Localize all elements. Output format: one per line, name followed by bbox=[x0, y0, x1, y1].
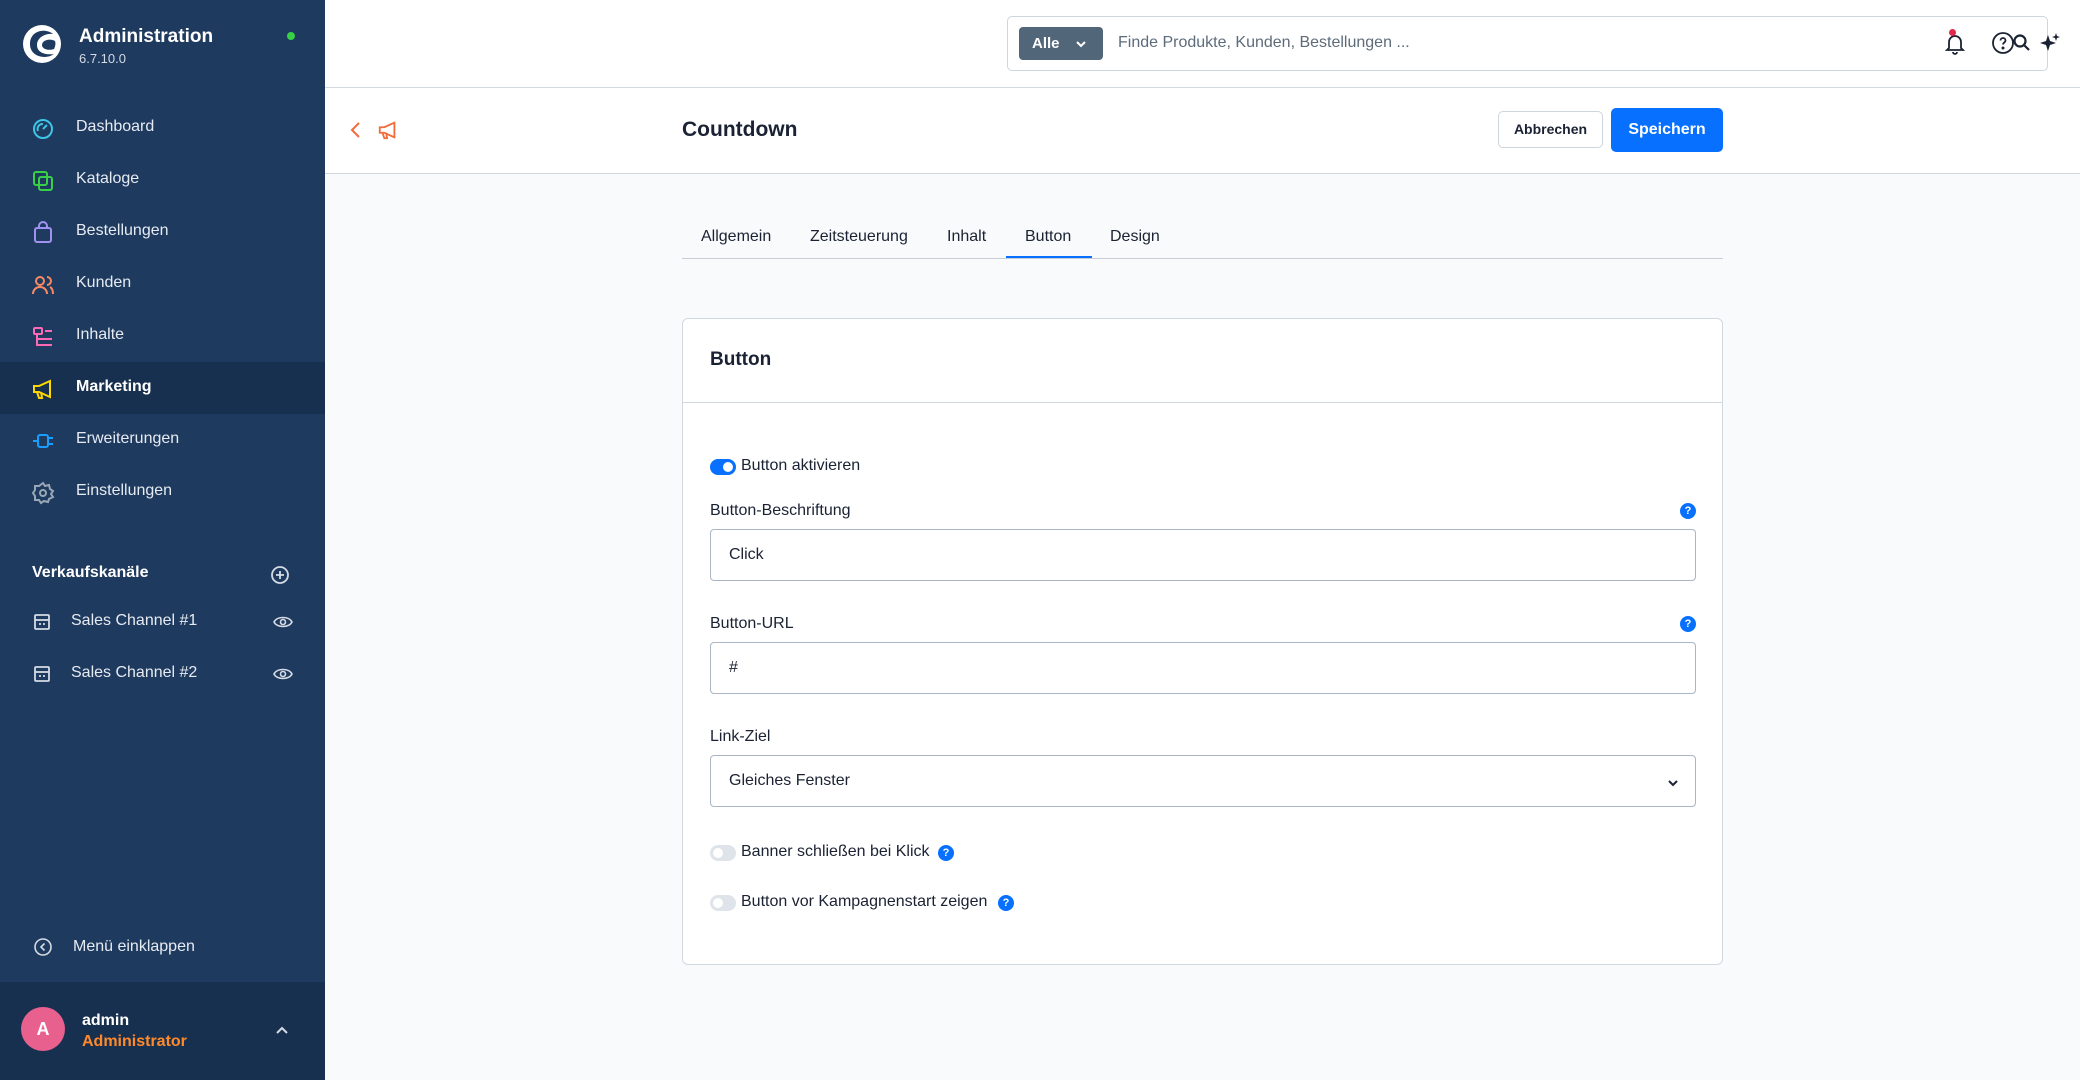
eye-icon[interactable] bbox=[273, 666, 293, 682]
help-icon[interactable]: ? bbox=[998, 895, 1014, 911]
button-enable-toggle[interactable] bbox=[710, 459, 736, 475]
megaphone-icon bbox=[378, 121, 396, 140]
collapse-menu-label: Menü einklappen bbox=[73, 938, 195, 955]
cancel-button[interactable]: Abbrechen bbox=[1498, 111, 1603, 148]
user-role: Administrator bbox=[82, 1033, 187, 1050]
nav-item-bestellungen[interactable]: Bestellungen bbox=[0, 206, 325, 258]
megaphone-icon bbox=[33, 379, 51, 399]
search-type-dropdown[interactable]: Alle bbox=[1019, 27, 1103, 60]
sales-channels-heading: Verkaufskanäle bbox=[32, 564, 149, 581]
card-title: Button bbox=[710, 349, 772, 370]
nav-item-kunden[interactable]: Kunden bbox=[0, 258, 325, 310]
user-menu[interactable]: A admin Administrator bbox=[0, 982, 325, 1080]
catalog-icon bbox=[33, 171, 53, 191]
link-target-field-label: Link-Ziel bbox=[710, 728, 771, 745]
sidebar: Administration 6.7.10.0 Dashboard Katalo… bbox=[0, 0, 325, 1080]
chevron-up-icon[interactable] bbox=[274, 1022, 290, 1038]
tab-bar: Allgemein Zeitsteuerung Inhalt Button De… bbox=[682, 221, 1723, 259]
nav-label: Marketing bbox=[76, 378, 152, 395]
nav-label: Kataloge bbox=[76, 170, 140, 187]
storefront-icon bbox=[34, 614, 50, 630]
page-title: Countdown bbox=[682, 118, 798, 141]
shopping-bag-icon bbox=[34, 221, 52, 243]
close-banner-toggle[interactable] bbox=[710, 845, 736, 861]
toggle-knob bbox=[713, 848, 723, 858]
gear-icon bbox=[31, 481, 55, 505]
nav-label: Dashboard bbox=[76, 118, 155, 135]
dashboard-icon bbox=[33, 119, 53, 139]
help-icon[interactable]: ? bbox=[1680, 503, 1696, 519]
nav-item-kataloge[interactable]: Kataloge bbox=[0, 154, 325, 206]
tab-design[interactable]: Design bbox=[1110, 228, 1160, 246]
tab-button[interactable]: Button bbox=[1025, 228, 1071, 246]
content-icon bbox=[33, 327, 52, 346]
help-icon[interactable]: ? bbox=[938, 845, 954, 861]
nav-label: Bestellungen bbox=[76, 222, 169, 239]
search-input[interactable]: Finde Produkte, Kunden, Bestellungen ... bbox=[1118, 34, 1410, 52]
active-tab-indicator bbox=[1006, 256, 1092, 258]
nav-label: Inhalte bbox=[76, 326, 125, 343]
app-version: 6.7.10.0 bbox=[79, 51, 126, 66]
nav-label: Einstellungen bbox=[76, 482, 173, 499]
collapse-menu-button[interactable]: Menü einklappen bbox=[0, 925, 325, 969]
toggle-knob bbox=[723, 462, 733, 472]
search-icon[interactable] bbox=[2012, 33, 2032, 53]
show-before-start-toggle[interactable] bbox=[710, 895, 736, 911]
button-label-value: Click bbox=[729, 546, 764, 563]
tab-zeitsteuerung[interactable]: Zeitsteuerung bbox=[810, 228, 908, 246]
chevron-left-icon[interactable] bbox=[347, 119, 365, 141]
show-before-start-label: Button vor Kampagnenstart zeigen bbox=[741, 893, 988, 910]
button-settings-card: Button Button aktivieren Button-Beschrif… bbox=[682, 318, 1723, 965]
save-button[interactable]: Speichern bbox=[1611, 108, 1723, 152]
help-icon[interactable]: ? bbox=[1680, 616, 1696, 632]
nav-item-dashboard[interactable]: Dashboard bbox=[0, 102, 325, 154]
chevron-down-icon bbox=[1668, 780, 1678, 787]
notification-dot bbox=[1949, 29, 1956, 36]
eye-icon[interactable] bbox=[273, 614, 293, 630]
smart-bar: Countdown Abbrechen Speichern bbox=[325, 88, 2080, 174]
chevron-left-circle-icon bbox=[34, 938, 52, 956]
nav-item-erweiterungen[interactable]: Erweiterungen bbox=[0, 414, 325, 466]
tab-inhalt[interactable]: Inhalt bbox=[947, 228, 986, 246]
status-indicator bbox=[287, 32, 295, 40]
tab-allgemein[interactable]: Allgemein bbox=[701, 228, 771, 246]
nav-label: Erweiterungen bbox=[76, 430, 180, 447]
customers-icon bbox=[32, 276, 54, 295]
close-banner-label: Banner schließen bei Klick bbox=[741, 843, 930, 860]
button-label-field-label: Button-Beschriftung bbox=[710, 502, 851, 519]
nav-item-inhalte[interactable]: Inhalte bbox=[0, 310, 325, 362]
card-divider bbox=[683, 402, 1722, 403]
storefront-icon bbox=[34, 666, 50, 682]
button-url-value: # bbox=[729, 659, 738, 676]
add-sales-channel-icon[interactable] bbox=[270, 565, 290, 585]
global-search[interactable]: Alle Finde Produkte, Kunden, Bestellunge… bbox=[1007, 16, 2048, 71]
link-target-select[interactable]: Gleiches Fenster bbox=[710, 755, 1696, 807]
plugin-icon bbox=[33, 434, 53, 448]
sales-channel-label: Sales Channel #2 bbox=[71, 664, 198, 681]
search-type-label: Alle bbox=[1032, 35, 1060, 52]
nav-label: Kunden bbox=[76, 274, 132, 291]
button-url-field-label: Button-URL bbox=[710, 615, 794, 632]
button-enable-label: Button aktivieren bbox=[741, 457, 861, 474]
toggle-knob bbox=[713, 898, 723, 908]
sparkles-icon[interactable] bbox=[2038, 31, 2062, 55]
help-circle-icon[interactable] bbox=[1991, 31, 2015, 55]
link-target-value: Gleiches Fenster bbox=[729, 772, 850, 789]
button-label-input[interactable]: Click bbox=[710, 529, 1696, 581]
nav-item-einstellungen[interactable]: Einstellungen bbox=[0, 466, 325, 518]
app-title: Administration bbox=[79, 26, 214, 47]
nav-item-marketing[interactable]: Marketing bbox=[0, 362, 325, 414]
sales-channel-item[interactable]: Sales Channel #2 bbox=[0, 648, 325, 700]
shopware-logo[interactable] bbox=[22, 24, 62, 64]
sidebar-header: Administration 6.7.10.0 bbox=[22, 22, 302, 70]
user-name: admin bbox=[82, 1012, 130, 1029]
chevron-down-icon bbox=[1076, 41, 1086, 48]
sales-channel-label: Sales Channel #1 bbox=[71, 612, 198, 629]
sales-channel-item[interactable]: Sales Channel #1 bbox=[0, 596, 325, 648]
top-bar: Alle Finde Produkte, Kunden, Bestellunge… bbox=[325, 0, 2080, 88]
button-url-input[interactable]: # bbox=[710, 642, 1696, 694]
avatar: A bbox=[21, 1007, 65, 1051]
